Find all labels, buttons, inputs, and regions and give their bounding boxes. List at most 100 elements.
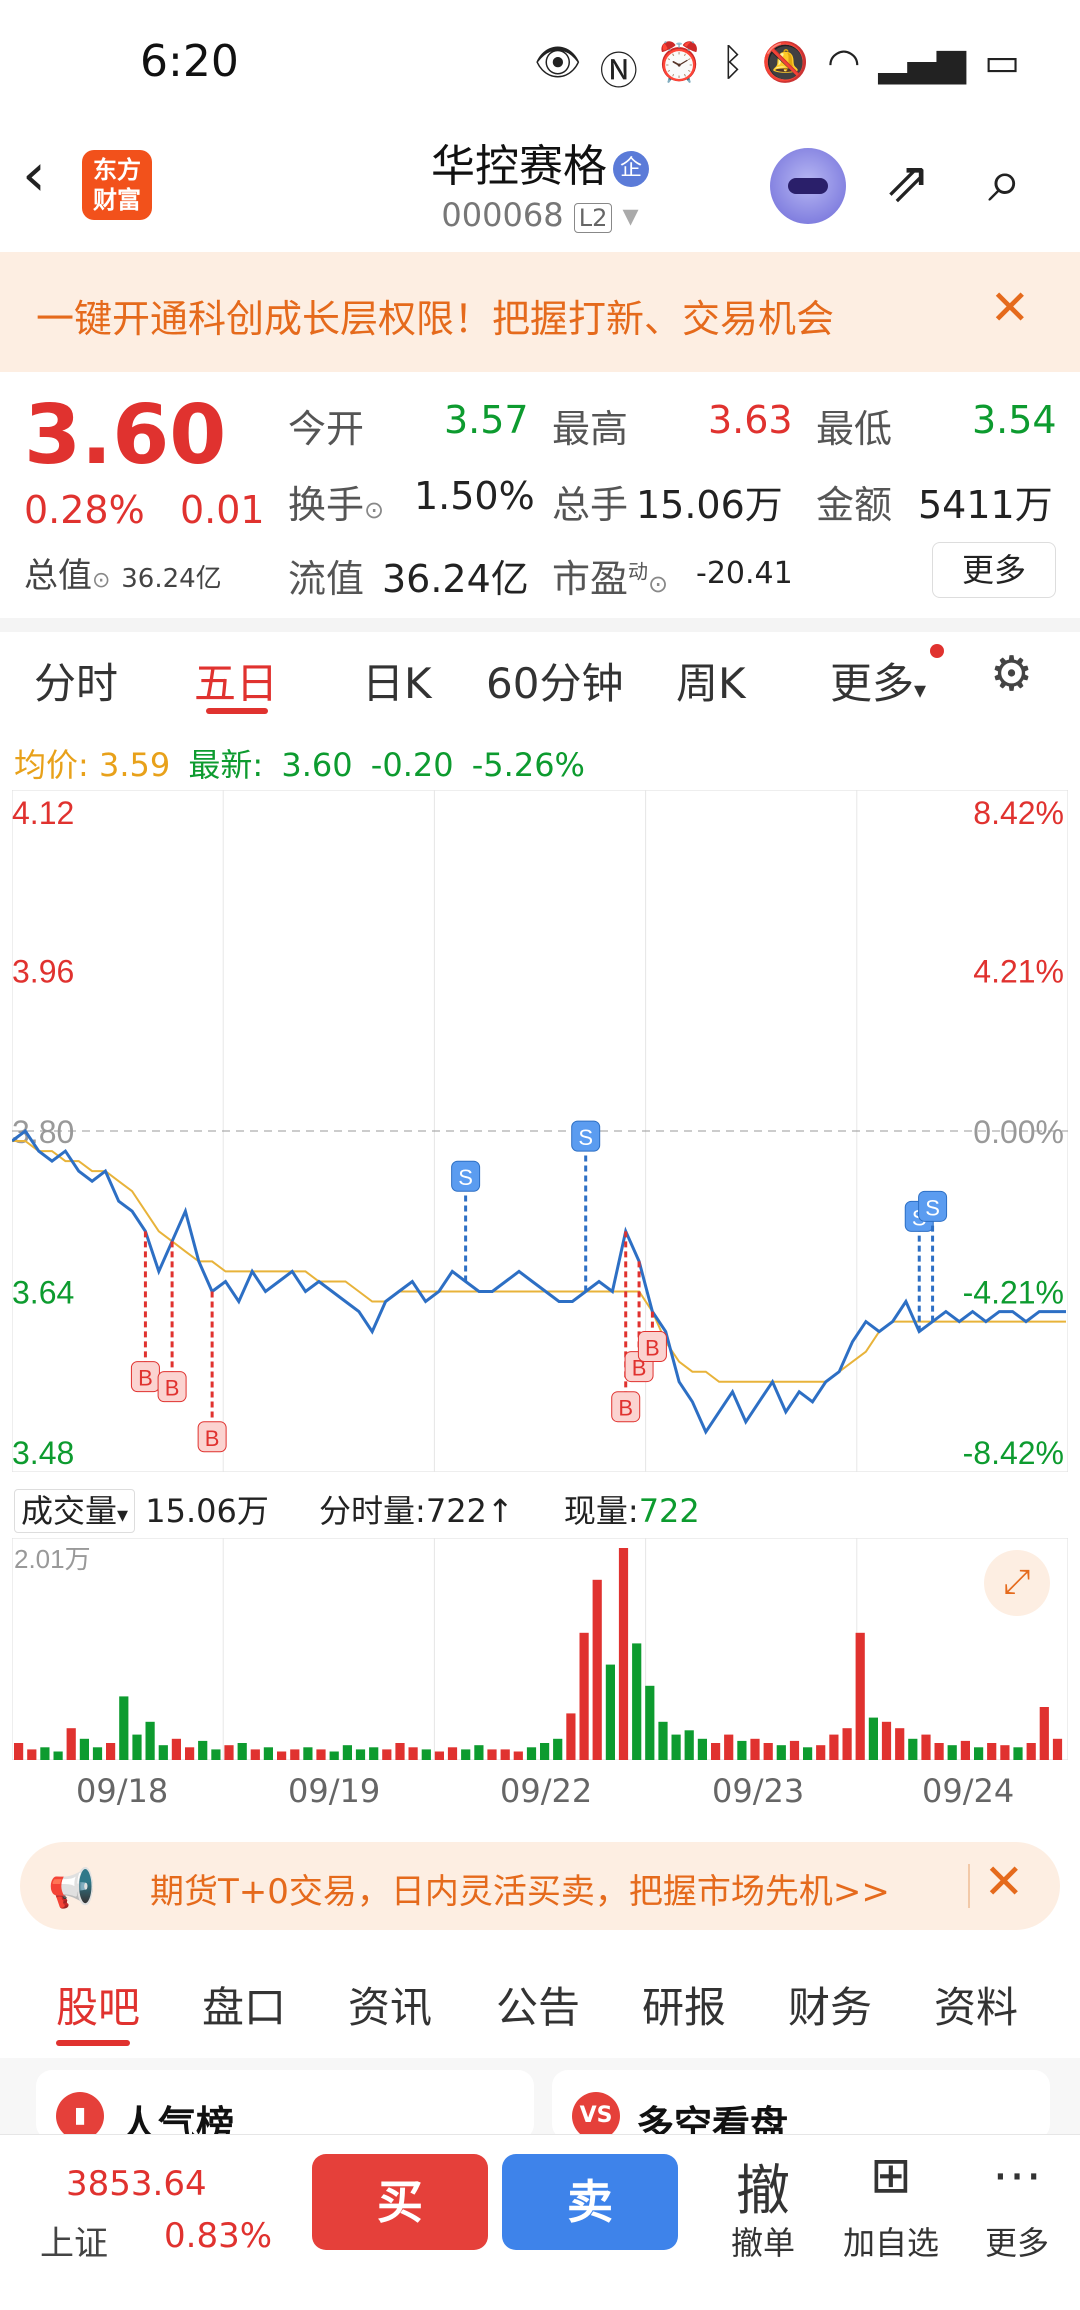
close-icon[interactable]: ✕ (990, 280, 1030, 336)
more-icon[interactable]: ⋯ (962, 2146, 1072, 2204)
open-label: 今开 (288, 407, 365, 451)
low-value: 3.54 (972, 398, 1057, 442)
volume-bar (921, 1734, 931, 1760)
gear-icon[interactable]: ⚙ (990, 646, 1033, 702)
total-value-label: 总值 (24, 556, 92, 596)
volume-bar (737, 1740, 747, 1760)
quote-more-button[interactable]: 更多 (932, 542, 1056, 598)
more-label[interactable]: 更多 (962, 2218, 1072, 2264)
volume-bar (711, 1743, 721, 1760)
sell-marker-label: S (458, 1165, 473, 1190)
volume-bar (250, 1749, 260, 1760)
tab-guba[interactable]: 股吧 (56, 1974, 140, 2035)
buy-button[interactable]: 买 (312, 2154, 488, 2250)
vs-icon: VS (572, 2092, 620, 2140)
info-icon[interactable]: ⊙ (648, 570, 668, 598)
tab-weekly-k[interactable]: 周K (676, 650, 746, 711)
high-value: 3.63 (708, 398, 793, 442)
assistant-robot-icon[interactable] (770, 148, 846, 224)
tab-60min[interactable]: 60分钟 (486, 650, 623, 711)
close-icon[interactable]: ✕ (984, 1854, 1024, 1910)
cancel-order-icon[interactable]: 撤 (708, 2146, 818, 2225)
tab-orderbook[interactable]: 盘口 (202, 1974, 286, 2035)
search-icon[interactable]: ⌕ (988, 146, 1022, 216)
info-icon[interactable]: ⊙ (92, 568, 110, 593)
pe-label-text: 市盈 (552, 557, 629, 601)
index-change[interactable]: 0.83% (164, 2216, 272, 2256)
expand-icon[interactable]: ⤢ (984, 1550, 1050, 1616)
caret-down-icon: ▾ (914, 676, 927, 704)
tab-more[interactable]: 更多▾ (830, 650, 926, 711)
index-name[interactable]: 上证 (40, 2216, 108, 2265)
chart-legend: 均价: 3.59 最新: 3.60 -0.20 -5.26% (14, 740, 585, 786)
volume-bar (421, 1749, 431, 1760)
volume-bar (27, 1749, 37, 1760)
promo-banner-text: 一键开通科创成长层权限！把握打新、交易机会 (36, 297, 835, 341)
pe-superscript: 动 (628, 559, 649, 584)
tab-five-day[interactable]: 五日 (194, 650, 278, 711)
speaker-icon: 📢 (48, 1866, 96, 1910)
avg-label: 均价: (14, 746, 89, 784)
wifi-icon: ◠ (827, 40, 861, 84)
tab-profile[interactable]: 资料 (934, 1974, 1018, 2035)
volume-bar (158, 1745, 168, 1760)
date-label: 09/18 (76, 1772, 169, 1810)
rank-icon: ▮ (56, 2092, 104, 2140)
volume-bar (829, 1734, 839, 1760)
volume-bar (500, 1749, 510, 1760)
popularity-card[interactable]: ▮ 人气榜 (36, 2070, 534, 2147)
cancel-order-label[interactable]: 撤单 (708, 2218, 818, 2264)
current-volume-label: 现量: (563, 1492, 639, 1530)
tab-announcements[interactable]: 公告 (496, 1974, 580, 2035)
price-chart[interactable]: 4.12 8.42% 3.96 4.21% 3.80 0.00% 3.64 -4.21% 3.4… (12, 790, 1068, 1472)
volume-bar (1052, 1738, 1063, 1760)
volume-bar (960, 1740, 970, 1760)
buy-marker-label: B (618, 1396, 633, 1421)
volume-bar (277, 1751, 287, 1760)
volume-bar (947, 1745, 957, 1760)
y-label-left: 4.12 (12, 795, 74, 831)
futures-banner[interactable]: 📢 期货T+0交易，日内灵活买卖，把握市场先机>> ✕ (20, 1842, 1060, 1930)
long-short-card[interactable]: VS 多空看盘 (552, 2070, 1050, 2147)
tab-intraday[interactable]: 分时 (34, 650, 118, 711)
volume-bar (526, 1747, 537, 1760)
volume-frame (12, 1538, 1068, 1760)
tab-news[interactable]: 资讯 (348, 1974, 432, 2035)
sell-button[interactable]: 卖 (502, 2154, 678, 2250)
tab-daily-k[interactable]: 日K (362, 650, 432, 711)
volume-bar (66, 1728, 76, 1760)
add-watchlist-icon[interactable]: ⊞ (836, 2146, 946, 2204)
indicator-select[interactable]: 成交量▾ (14, 1489, 136, 1533)
volume-bar (434, 1751, 444, 1760)
volume-bar (303, 1747, 313, 1760)
volume-bar (79, 1738, 89, 1760)
volume-bar (290, 1749, 300, 1760)
avg-price-line (12, 1140, 1066, 1383)
volume-bar (1013, 1747, 1023, 1760)
float-value: 36.24亿 (382, 557, 529, 601)
buy-marker-label: B (165, 1376, 180, 1401)
info-icon[interactable]: ⊙ (364, 496, 384, 524)
latest-label: 最新: (188, 746, 264, 784)
avg-value: 3.59 (98, 746, 171, 784)
alarm-icon: ⏰ (655, 40, 704, 84)
promo-banner[interactable]: 一键开通科创成长层权限！把握打新、交易机会 ✕ (0, 252, 1080, 372)
tick-volume: 722↑ (425, 1492, 514, 1530)
volume-chart: 2.01万 (12, 1538, 1068, 1760)
add-watchlist-label[interactable]: 加自选 (836, 2218, 946, 2264)
index-value[interactable]: 3853.64 (66, 2164, 207, 2204)
volume-bar (1000, 1745, 1010, 1760)
share-icon[interactable]: ⇗ (884, 150, 931, 215)
volume-bar (342, 1745, 352, 1760)
volume-bar (1026, 1743, 1036, 1760)
latest-change-pct: -5.26% (471, 746, 585, 784)
volume-bar (855, 1632, 865, 1760)
amount-value: 5411万 (918, 483, 1053, 527)
tab-finance[interactable]: 财务 (788, 1974, 872, 2035)
tab-research[interactable]: 研报 (642, 1974, 726, 2035)
volume-bar (198, 1740, 208, 1760)
4g-signal-icon: ▂▄▆ (878, 40, 967, 84)
y-label-right: -4.21% (963, 1275, 1064, 1311)
buy-marker-label: B (645, 1336, 660, 1361)
volume-bar (40, 1747, 50, 1760)
